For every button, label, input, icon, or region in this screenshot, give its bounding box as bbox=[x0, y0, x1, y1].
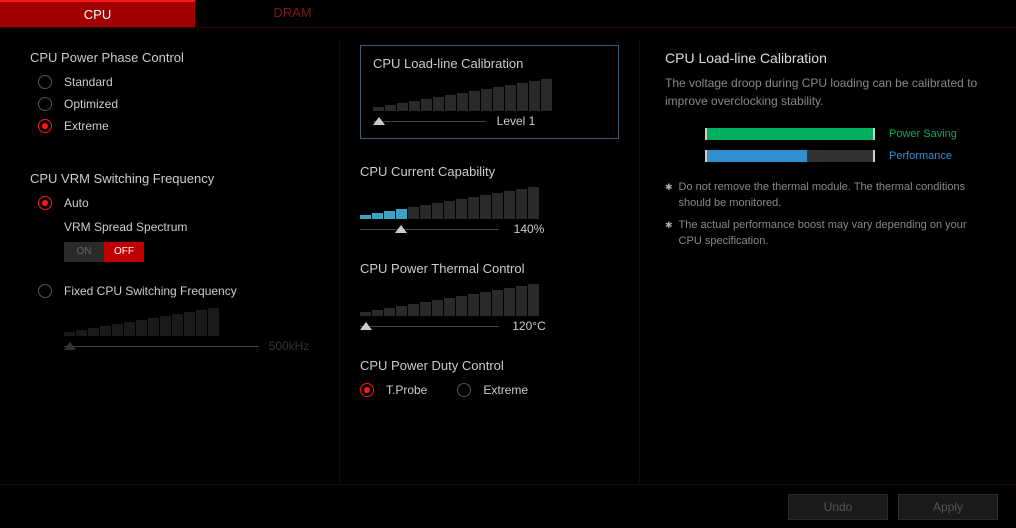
radio-icon bbox=[38, 284, 52, 298]
radio-phase-optimized[interactable]: Optimized bbox=[38, 97, 319, 111]
current-value: 140% bbox=[499, 222, 559, 236]
vrm-freq-value: 500kHz bbox=[259, 339, 319, 353]
vrm-freq-title: CPU VRM Switching Frequency bbox=[30, 171, 319, 186]
slider-thumb-icon[interactable] bbox=[395, 225, 407, 233]
slider-thumb-icon bbox=[64, 342, 76, 350]
apply-button[interactable]: Apply bbox=[898, 494, 998, 520]
duty-block: CPU Power Duty Control T.Probe Extreme bbox=[360, 358, 619, 397]
radio-duty-extreme[interactable]: Extreme bbox=[457, 383, 528, 397]
current-block[interactable]: CPU Current Capability 140% bbox=[360, 164, 619, 236]
vrm-spread-label: VRM Spread Spectrum bbox=[64, 220, 319, 234]
thermal-block[interactable]: CPU Power Thermal Control 120°C bbox=[360, 261, 619, 333]
thermal-value: 120°C bbox=[499, 319, 559, 333]
bar-label: Performance bbox=[889, 150, 952, 162]
toggle-off: OFF bbox=[104, 242, 144, 262]
radio-phase-standard[interactable]: Standard bbox=[38, 75, 319, 89]
slider-thumb-icon[interactable] bbox=[373, 117, 385, 125]
performance-bar: Performance bbox=[705, 150, 991, 162]
bar-label: Power Saving bbox=[889, 128, 957, 140]
power-saving-bar: Power Saving bbox=[705, 128, 991, 140]
loadline-title: CPU Load-line Calibration bbox=[373, 56, 606, 71]
current-title: CPU Current Capability bbox=[360, 164, 619, 179]
radio-label: Auto bbox=[64, 196, 89, 210]
help-note: The actual performance boost may vary de… bbox=[665, 218, 991, 250]
tab-bar: CPU DRAM bbox=[0, 0, 1016, 28]
tab-dram[interactable]: DRAM bbox=[195, 0, 390, 27]
loadline-value: Level 1 bbox=[486, 114, 546, 128]
radio-vrm-fixed[interactable]: Fixed CPU Switching Frequency bbox=[38, 284, 319, 298]
radio-icon bbox=[360, 383, 374, 397]
radio-icon bbox=[38, 119, 52, 133]
toggle-on: ON bbox=[64, 242, 104, 262]
loadline-block[interactable]: CPU Load-line Calibration Level 1 bbox=[360, 45, 619, 139]
radio-label: Optimized bbox=[64, 97, 118, 111]
radio-label: Extreme bbox=[483, 383, 528, 397]
radio-label: Fixed CPU Switching Frequency bbox=[64, 284, 237, 298]
help-description: The voltage droop during CPU loading can… bbox=[665, 74, 991, 110]
tab-cpu[interactable]: CPU bbox=[0, 0, 195, 27]
radio-icon bbox=[457, 383, 471, 397]
phase-control-title: CPU Power Phase Control bbox=[30, 50, 319, 65]
help-note: Do not remove the thermal module. The th… bbox=[665, 180, 991, 212]
thermal-title: CPU Power Thermal Control bbox=[360, 261, 619, 276]
radio-label: T.Probe bbox=[386, 383, 427, 397]
vrm-spread-toggle[interactable]: ON OFF bbox=[64, 242, 144, 262]
help-title: CPU Load-line Calibration bbox=[665, 50, 991, 66]
undo-button[interactable]: Undo bbox=[788, 494, 888, 520]
slider-thumb-icon[interactable] bbox=[360, 322, 372, 330]
radio-vrm-auto[interactable]: Auto bbox=[38, 196, 319, 210]
radio-label: Standard bbox=[64, 75, 113, 89]
vrm-freq-slider: 500kHz bbox=[64, 306, 319, 353]
radio-phase-extreme[interactable]: Extreme bbox=[38, 119, 319, 133]
duty-title: CPU Power Duty Control bbox=[360, 358, 619, 373]
radio-label: Extreme bbox=[64, 119, 109, 133]
radio-icon bbox=[38, 97, 52, 111]
radio-icon bbox=[38, 196, 52, 210]
radio-icon bbox=[38, 75, 52, 89]
radio-duty-tprobe[interactable]: T.Probe bbox=[360, 383, 427, 397]
